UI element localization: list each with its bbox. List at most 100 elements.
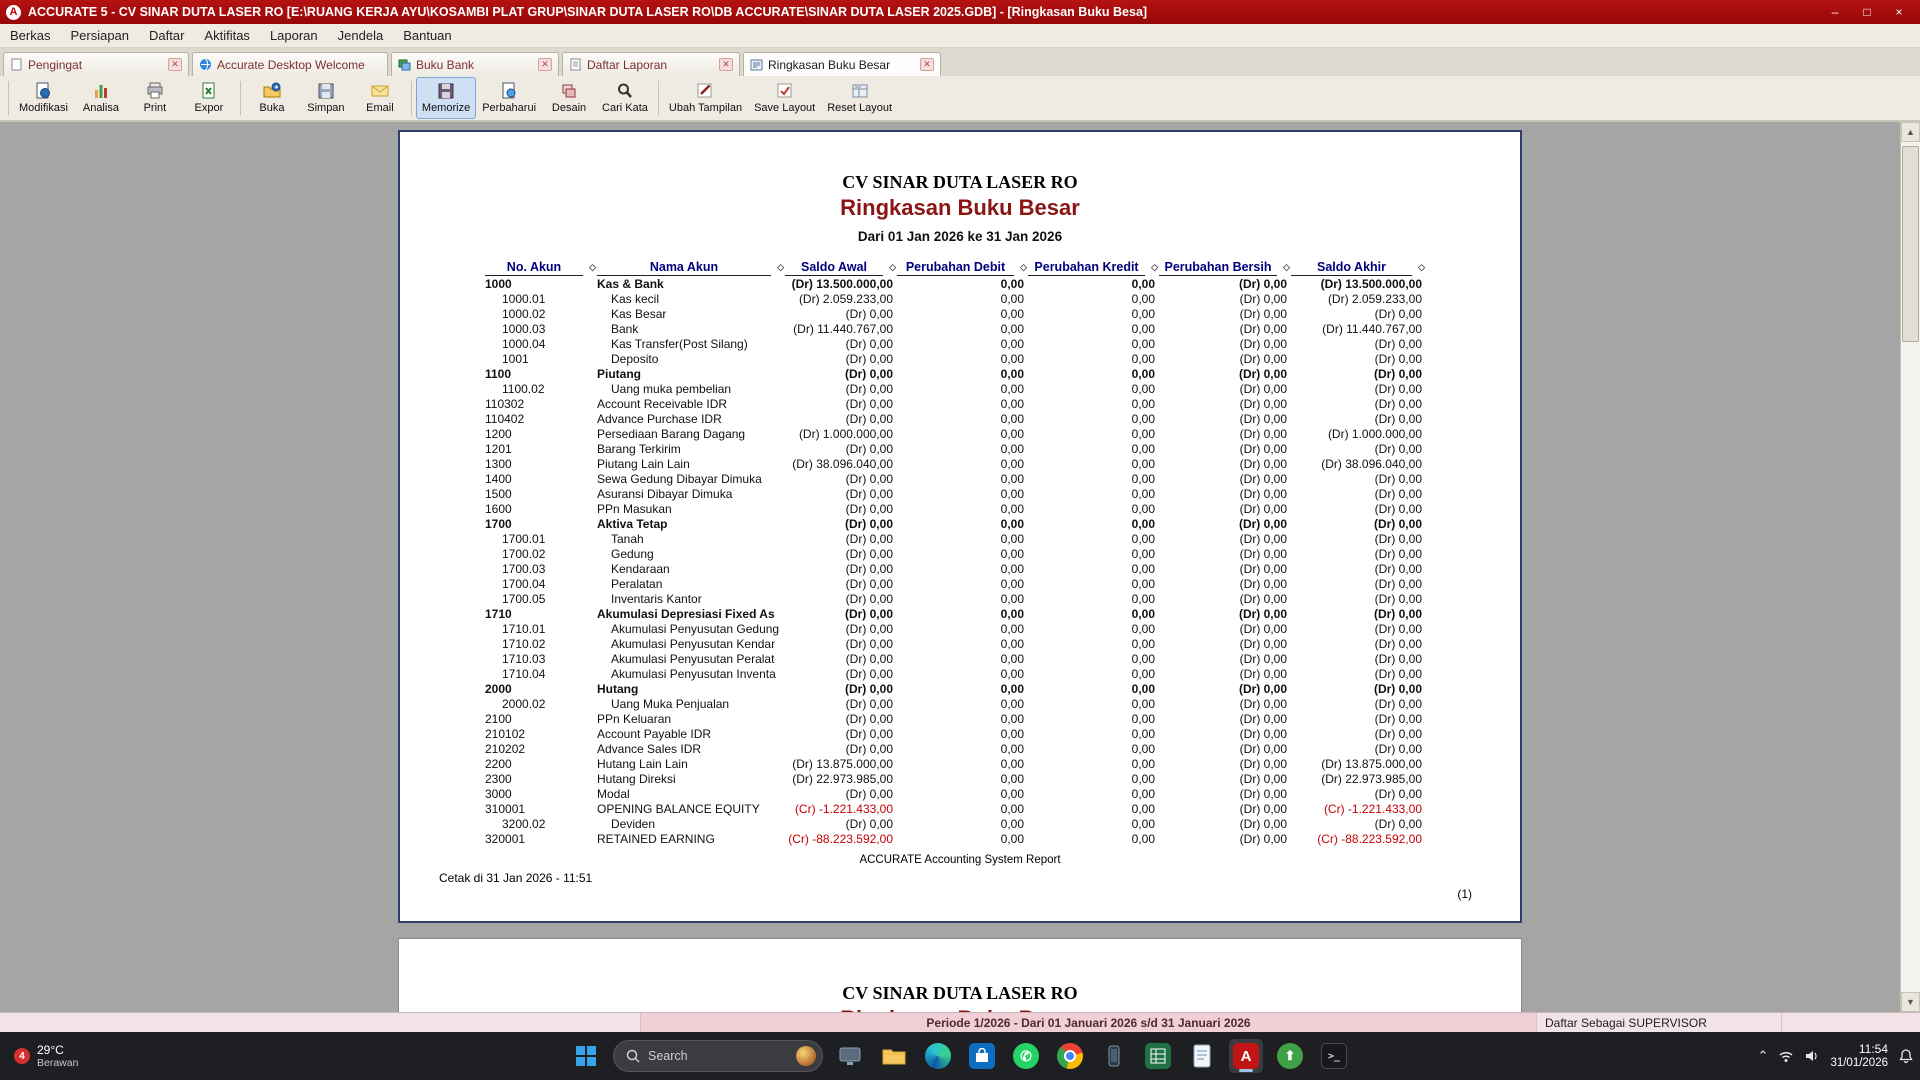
menu-persiapan[interactable]: Persiapan [60, 25, 139, 46]
table-row[interactable]: 1000.03Bank(Dr) 11.440.767,000,000,00(Dr… [483, 321, 1424, 336]
print-button[interactable]: Print [128, 77, 182, 119]
table-row[interactable]: 1000Kas & Bank(Dr) 13.500.000,000,000,00… [483, 276, 1424, 291]
header-perubahan-debit[interactable]: Perubahan Debit◇ [895, 259, 1026, 276]
table-row[interactable]: 3000Modal(Dr) 0,000,000,00(Dr) 0,00(Dr) … [483, 786, 1424, 801]
chrome-icon[interactable] [1053, 1039, 1087, 1073]
notepad-icon[interactable] [1185, 1039, 1219, 1073]
table-row[interactable]: 1700.01Tanah(Dr) 0,000,000,00(Dr) 0,00(D… [483, 531, 1424, 546]
table-row[interactable]: 1500Asuransi Dibayar Dimuka(Dr) 0,000,00… [483, 486, 1424, 501]
scrollbar-thumb[interactable] [1902, 146, 1919, 342]
header-saldo-akhir[interactable]: Saldo Akhir◇ [1289, 259, 1424, 276]
table-row[interactable]: 210202Advance Sales IDR(Dr) 0,000,000,00… [483, 741, 1424, 756]
email-button[interactable]: Email [353, 77, 407, 119]
table-row[interactable]: 1000.01Kas kecil(Dr) 2.059.233,000,000,0… [483, 291, 1424, 306]
table-row[interactable]: 1200Persediaan Barang Dagang(Dr) 1.000.0… [483, 426, 1424, 441]
menu-laporan[interactable]: Laporan [260, 25, 328, 46]
sort-diamond-icon[interactable]: ◇ [1418, 262, 1425, 273]
chevron-up-icon[interactable]: ⌃ [1758, 1048, 1769, 1064]
table-row[interactable]: 3200.02Deviden(Dr) 0,000,000,00(Dr) 0,00… [483, 816, 1424, 831]
table-row[interactable]: 1600PPn Masukan(Dr) 0,000,000,00(Dr) 0,0… [483, 501, 1424, 516]
table-row[interactable]: 1000.02Kas Besar(Dr) 0,000,000,00(Dr) 0,… [483, 306, 1424, 321]
save-layout-button[interactable]: Save Layout [748, 77, 821, 119]
table-row[interactable]: 2000.02Uang Muka Penjualan(Dr) 0,000,000… [483, 696, 1424, 711]
start-button[interactable] [569, 1039, 603, 1073]
table-row[interactable]: 110402Advance Purchase IDR(Dr) 0,000,000… [483, 411, 1424, 426]
store-icon[interactable] [965, 1039, 999, 1073]
table-row[interactable]: 1201Barang Terkirim(Dr) 0,000,000,00(Dr)… [483, 441, 1424, 456]
table-row[interactable]: 310001OPENING BALANCE EQUITY(Cr) -1.221.… [483, 801, 1424, 816]
table-row[interactable]: 1000.04Kas Transfer(Post Silang)(Dr) 0,0… [483, 336, 1424, 351]
tab-accurate-desktop-welcome[interactable]: Accurate Desktop Welcome [192, 52, 388, 76]
table-row[interactable]: 1700.04Peralatan(Dr) 0,000,000,00(Dr) 0,… [483, 576, 1424, 591]
edge-icon[interactable] [921, 1039, 955, 1073]
tab-daftar-laporan[interactable]: Daftar Laporan ✕ [562, 52, 740, 76]
terminal-icon[interactable]: >_ [1317, 1039, 1351, 1073]
vertical-scrollbar[interactable]: ▲ ▼ [1900, 122, 1920, 1012]
table-row[interactable]: 1710.01Akumulasi Penyusutan Gedung(Dr) 0… [483, 621, 1424, 636]
table-row[interactable]: 1710Akumulasi Depresiasi Fixed As(Dr) 0,… [483, 606, 1424, 621]
minimize-button[interactable]: – [1820, 3, 1850, 21]
expor-button[interactable]: Expor [182, 77, 236, 119]
header-nama-akun[interactable]: Nama Akun◇ [595, 259, 783, 276]
desktop-app-icon[interactable] [833, 1039, 867, 1073]
table-row[interactable]: 1710.03Akumulasi Penyusutan Peralat(Dr) … [483, 651, 1424, 666]
spreadsheet-app-icon[interactable] [1141, 1039, 1175, 1073]
file-explorer-icon[interactable] [877, 1039, 911, 1073]
table-row[interactable]: 2100PPn Keluaran(Dr) 0,000,000,00(Dr) 0,… [483, 711, 1424, 726]
green-app-icon[interactable]: ⬆ [1273, 1039, 1307, 1073]
scroll-down-arrow[interactable]: ▼ [1901, 992, 1920, 1012]
table-row[interactable]: 320001RETAINED EARNING(Cr) -88.223.592,0… [483, 831, 1424, 846]
header-saldo-awal[interactable]: Saldo Awal◇ [783, 259, 895, 276]
whatsapp-icon[interactable]: ✆ [1009, 1039, 1043, 1073]
perbaharui-button[interactable]: Perbaharui [476, 77, 542, 119]
wifi-icon[interactable] [1778, 1049, 1794, 1063]
taskbar-clock[interactable]: 11:54 31/01/2026 [1830, 1042, 1888, 1070]
menu-daftar[interactable]: Daftar [139, 25, 194, 46]
menu-jendela[interactable]: Jendela [328, 25, 394, 46]
tab-close-icon[interactable]: ✕ [719, 58, 733, 71]
table-row[interactable]: 1710.04Akumulasi Penyusutan Inventa(Dr) … [483, 666, 1424, 681]
maximize-button[interactable]: □ [1852, 3, 1882, 21]
menu-bantuan[interactable]: Bantuan [393, 25, 461, 46]
volume-icon[interactable] [1804, 1049, 1820, 1063]
table-row[interactable]: 1710.02Akumulasi Penyusutan Kendar(Dr) 0… [483, 636, 1424, 651]
accurate-app-icon[interactable]: A [1229, 1039, 1263, 1073]
tab-close-icon[interactable]: ✕ [920, 58, 934, 71]
close-button[interactable]: × [1884, 3, 1914, 21]
table-row[interactable]: 1700Aktiva Tetap(Dr) 0,000,000,00(Dr) 0,… [483, 516, 1424, 531]
buka-button[interactable]: Buka [245, 77, 299, 119]
simpan-button[interactable]: Simpan [299, 77, 353, 119]
reset-layout-button[interactable]: Reset Layout [821, 77, 898, 119]
table-row[interactable]: 110302Account Receivable IDR(Dr) 0,000,0… [483, 396, 1424, 411]
analisa-button[interactable]: Analisa [74, 77, 128, 119]
tab-ringkasan-buku-besar[interactable]: Ringkasan Buku Besar ✕ [743, 52, 941, 76]
modifikasi-button[interactable]: Modifikasi [13, 77, 74, 119]
menu-berkas[interactable]: Berkas [0, 25, 60, 46]
phone-link-icon[interactable] [1097, 1039, 1131, 1073]
tab-buku-bank[interactable]: Buku Bank ✕ [391, 52, 559, 76]
table-row[interactable]: 1400Sewa Gedung Dibayar Dimuka(Dr) 0,000… [483, 471, 1424, 486]
weather-widget[interactable]: 4 29°C Berawan [0, 1032, 92, 1080]
table-row[interactable]: 1100Piutang(Dr) 0,000,000,00(Dr) 0,00(Dr… [483, 366, 1424, 381]
tab-close-icon[interactable]: ✕ [538, 58, 552, 71]
notifications-button[interactable] [1898, 1048, 1914, 1064]
memorize-button[interactable]: Memorize [416, 77, 476, 119]
table-row[interactable]: 1700.02Gedung(Dr) 0,000,000,00(Dr) 0,00(… [483, 546, 1424, 561]
table-row[interactable]: 1300Piutang Lain Lain(Dr) 38.096.040,000… [483, 456, 1424, 471]
table-row[interactable]: 210102Account Payable IDR(Dr) 0,000,000,… [483, 726, 1424, 741]
scroll-up-arrow[interactable]: ▲ [1901, 122, 1920, 142]
table-row[interactable]: 1100.02Uang muka pembelian(Dr) 0,000,000… [483, 381, 1424, 396]
header-perubahan-kredit[interactable]: Perubahan Kredit◇ [1026, 259, 1157, 276]
cari-kata-button[interactable]: Cari Kata [596, 77, 654, 119]
table-row[interactable]: 1001Deposito(Dr) 0,000,000,00(Dr) 0,00(D… [483, 351, 1424, 366]
taskbar-search[interactable]: Search [613, 1040, 823, 1072]
header-no-akun[interactable]: No. Akun◇ [483, 259, 595, 276]
menu-aktifitas[interactable]: Aktifitas [194, 25, 260, 46]
table-row[interactable]: 1700.05Inventaris Kantor(Dr) 0,000,000,0… [483, 591, 1424, 606]
desain-button[interactable]: Desain [542, 77, 596, 119]
table-row[interactable]: 2200Hutang Lain Lain(Dr) 13.875.000,000,… [483, 756, 1424, 771]
table-row[interactable]: 1700.03Kendaraan(Dr) 0,000,000,00(Dr) 0,… [483, 561, 1424, 576]
tab-pengingat[interactable]: Pengingat ✕ [3, 52, 189, 76]
table-row[interactable]: 2300Hutang Direksi(Dr) 22.973.985,000,00… [483, 771, 1424, 786]
header-perubahan-bersih[interactable]: Perubahan Bersih◇ [1157, 259, 1289, 276]
